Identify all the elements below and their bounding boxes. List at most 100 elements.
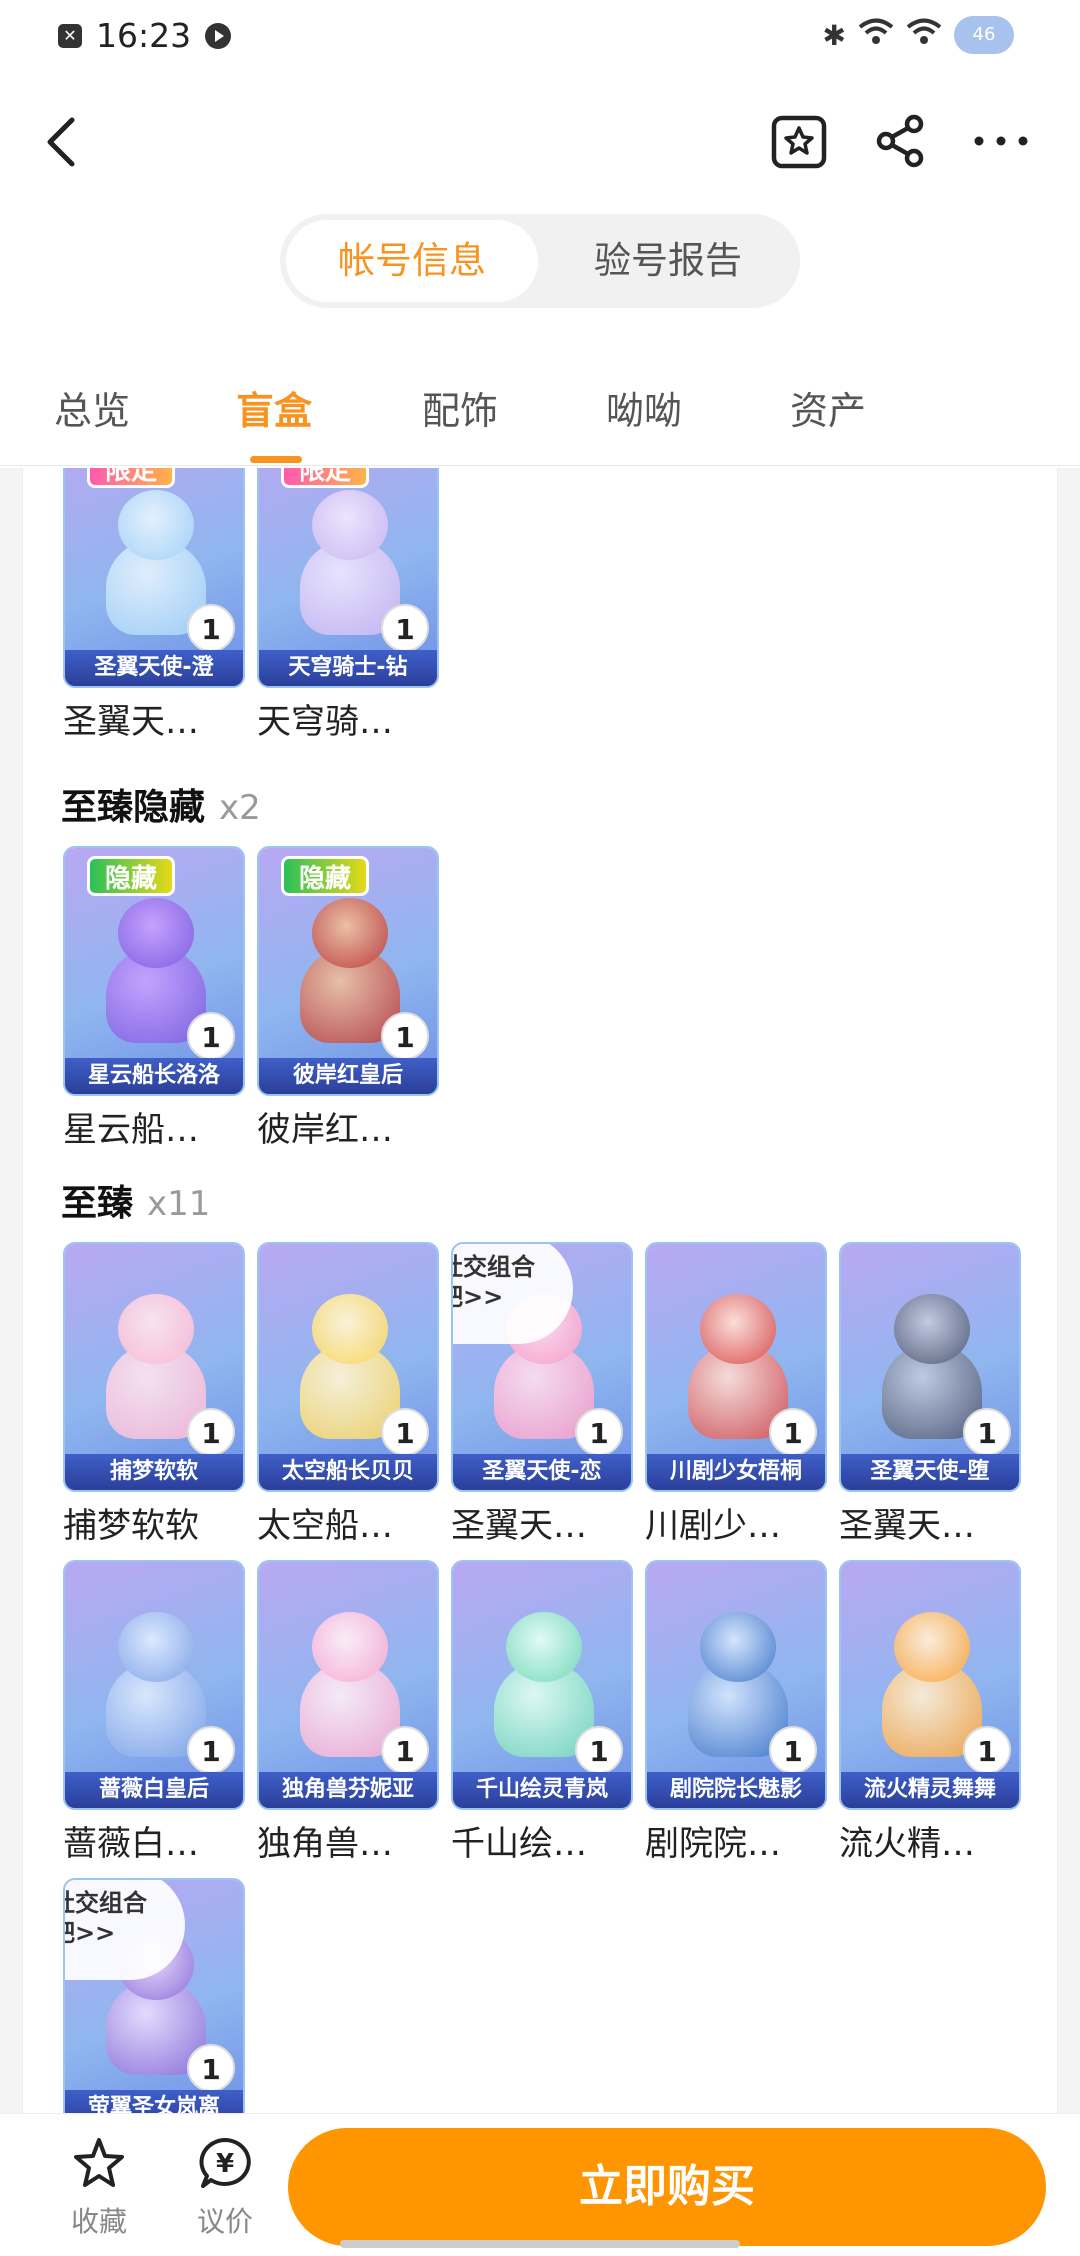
card-strip-label: 太空船长贝贝 — [259, 1454, 437, 1490]
card-image: 1 川剧少女梧桐 — [645, 1242, 827, 1492]
card-strip-label: 圣翼天使-恋 — [453, 1454, 631, 1490]
segment-control: 帐号信息 验号报告 — [280, 214, 800, 308]
more-button[interactable] — [968, 108, 1034, 174]
card-name: 蔷薇白… — [63, 1824, 199, 1864]
rarity-tag: 限定 — [87, 468, 175, 488]
back-button[interactable] — [36, 108, 96, 174]
quantity-badge: 1 — [769, 1408, 817, 1456]
bluetooth-icon: ✱ — [822, 18, 846, 52]
favorite-header-button[interactable] — [766, 108, 832, 174]
quantity-badge: 1 — [187, 2044, 235, 2092]
status-left: ✕ 16:23 — [58, 16, 232, 55]
segment-verify-report[interactable]: 验号报告 — [542, 220, 794, 302]
favorite-button[interactable]: 收藏 — [54, 2134, 144, 2240]
star-icon — [74, 2138, 124, 2187]
card-name: 圣翼天… — [63, 702, 199, 742]
character-head — [118, 898, 194, 968]
content-gutter-left — [0, 468, 22, 2113]
card-strip-label: 萤翼圣女岚离 — [65, 2090, 243, 2113]
hidden-section-title: 至臻隐藏 — [61, 787, 206, 828]
blind-box-card[interactable]: 1 蔷薇白皇后蔷薇白… — [63, 1560, 245, 1865]
card-image: 1 剧院院长魅影 — [645, 1560, 827, 1810]
blind-box-card[interactable]: 1 剧院院长魅影剧院院… — [645, 1560, 827, 1865]
character-head — [312, 1294, 388, 1364]
quantity-badge: 1 — [187, 1726, 235, 1774]
more-dots-icon — [974, 136, 1028, 146]
tab-accessories[interactable]: 配饰 — [422, 380, 498, 435]
character-head — [894, 1294, 970, 1364]
blind-box-card[interactable]: 1 千山绘灵青岚 千山绘… — [451, 1560, 633, 1865]
character-head — [118, 1612, 194, 1682]
blind-box-card[interactable]: 1 圣翼天使-堕 圣翼天… — [839, 1242, 1021, 1547]
quantity-badge: 1 — [575, 1726, 623, 1774]
notification-icon: ✕ — [58, 23, 82, 48]
card-image: 社交组合 吧>> 1萤翼圣女岚离 — [63, 1878, 245, 2113]
share-icon — [876, 114, 924, 168]
character-head — [894, 1612, 970, 1682]
blind-box-card[interactable]: 社交组合 吧>> 1圣翼天使-恋圣翼天… — [451, 1242, 633, 1547]
tab-assets[interactable]: 资产 — [790, 380, 866, 435]
card-strip-label: 流火精灵舞舞 — [841, 1772, 1019, 1808]
card-strip-label: 天穹骑士-钻 — [259, 650, 437, 686]
blind-box-card[interactable]: 1 独角兽芬妮亚 独角兽… — [257, 1560, 439, 1865]
card-image: 限定 1 圣翼天使-澄 — [63, 468, 245, 688]
favorite-label: 收藏 — [70, 2205, 127, 2238]
card-image: 1 太空船长贝贝 — [257, 1242, 439, 1492]
card-strip-label: 川剧少女梧桐 — [647, 1454, 825, 1490]
tab-blind-box[interactable]: 盲盒 — [236, 380, 312, 435]
blind-box-card[interactable]: 社交组合 吧>> 1萤翼圣女岚离 — [63, 1878, 245, 2113]
card-image: 1 圣翼天使-堕 — [839, 1242, 1021, 1492]
card-name: 独角兽… — [257, 1824, 393, 1864]
card-name: 星云船… — [63, 1110, 199, 1150]
card-image: 1 蔷薇白皇后 — [63, 1560, 245, 1810]
bottom-bar: 收藏 ¥ 议价 立即购买 — [0, 2113, 1080, 2256]
tab-youyou[interactable]: 呦呦 — [606, 380, 682, 435]
yuan-glyph: ¥ — [216, 2149, 234, 2179]
blind-box-card[interactable]: 限定 1 圣翼天使-澄圣翼天… — [63, 468, 245, 743]
zhizhen-section-header: 至臻 x11 — [61, 1174, 210, 1226]
blind-box-card[interactable]: 限定 1 天穹骑士-钻 天穹骑… — [257, 468, 439, 743]
header — [0, 90, 1080, 190]
blind-box-card[interactable]: 1 捕梦软软捕梦软软 — [63, 1242, 245, 1547]
rarity-tag: 限定 — [281, 468, 369, 488]
blind-box-card[interactable]: 隐藏 1 星云船长洛洛 星云船… — [63, 846, 245, 1151]
blind-box-card[interactable]: 隐藏 1 彼岸红皇后 彼岸红… — [257, 846, 439, 1151]
card-strip-label: 千山绘灵青岚 — [453, 1772, 631, 1808]
quantity-badge: 1 — [963, 1408, 1011, 1456]
wifi-signal-icon — [906, 18, 942, 53]
zhizhen-section-title: 至臻 — [61, 1183, 134, 1224]
card-name: 流火精… — [839, 1824, 975, 1864]
character-head — [312, 1612, 388, 1682]
bargain-button[interactable]: ¥ 议价 — [180, 2134, 270, 2240]
card-name: 捕梦软软 — [63, 1506, 199, 1546]
blind-box-content[interactable]: 限定 1 圣翼天使-澄 圣翼天… 限定 1 天穹骑士-钻 天穹骑… 至臻隐藏 x2 隐藏 1 星云船… — [22, 468, 1058, 2113]
content-gutter-right — [1058, 468, 1080, 2113]
card-image: 隐藏 1 彼岸红皇后 — [257, 846, 439, 1096]
buy-now-button[interactable]: 立即购买 — [288, 2128, 1046, 2246]
blind-box-card[interactable]: 1 流火精灵舞舞流火精… — [839, 1560, 1021, 1865]
quantity-badge: 1 — [187, 1012, 235, 1060]
rarity-tag: 隐藏 — [281, 856, 369, 896]
card-strip-label: 圣翼天使-澄 — [65, 650, 243, 686]
share-button[interactable] — [868, 108, 934, 174]
category-tabs: 总览 盲盒 配饰 呦呦 资产 — [0, 370, 1080, 466]
segment-account-info[interactable]: 帐号信息 — [286, 220, 538, 302]
character-head — [118, 1294, 194, 1364]
status-bar: ✕ 16:23 ✱ 46 — [0, 0, 1080, 76]
card-name: 剧院院… — [645, 1824, 781, 1864]
card-strip-label: 独角兽芬妮亚 — [259, 1772, 437, 1808]
card-name: 川剧少… — [645, 1506, 781, 1546]
card-image: 1 捕梦软软 — [63, 1242, 245, 1492]
card-image: 1 流火精灵舞舞 — [839, 1560, 1021, 1810]
promo-overlay-bubble[interactable]: 社交组合 吧>> — [453, 1244, 573, 1344]
home-indicator — [340, 2240, 740, 2248]
blind-box-card[interactable]: 1 川剧少女梧桐川剧少… — [645, 1242, 827, 1547]
character-head — [700, 1612, 776, 1682]
blind-box-card[interactable]: 1 太空船长贝贝 太空船… — [257, 1242, 439, 1547]
promo-overlay-bubble[interactable]: 社交组合 吧>> — [65, 1880, 185, 1980]
tab-indicator — [250, 456, 302, 463]
tab-overview[interactable]: 总览 — [54, 380, 130, 435]
media-play-icon — [205, 22, 232, 49]
card-strip-label: 蔷薇白皇后 — [65, 1772, 243, 1808]
quantity-badge: 1 — [769, 1726, 817, 1774]
